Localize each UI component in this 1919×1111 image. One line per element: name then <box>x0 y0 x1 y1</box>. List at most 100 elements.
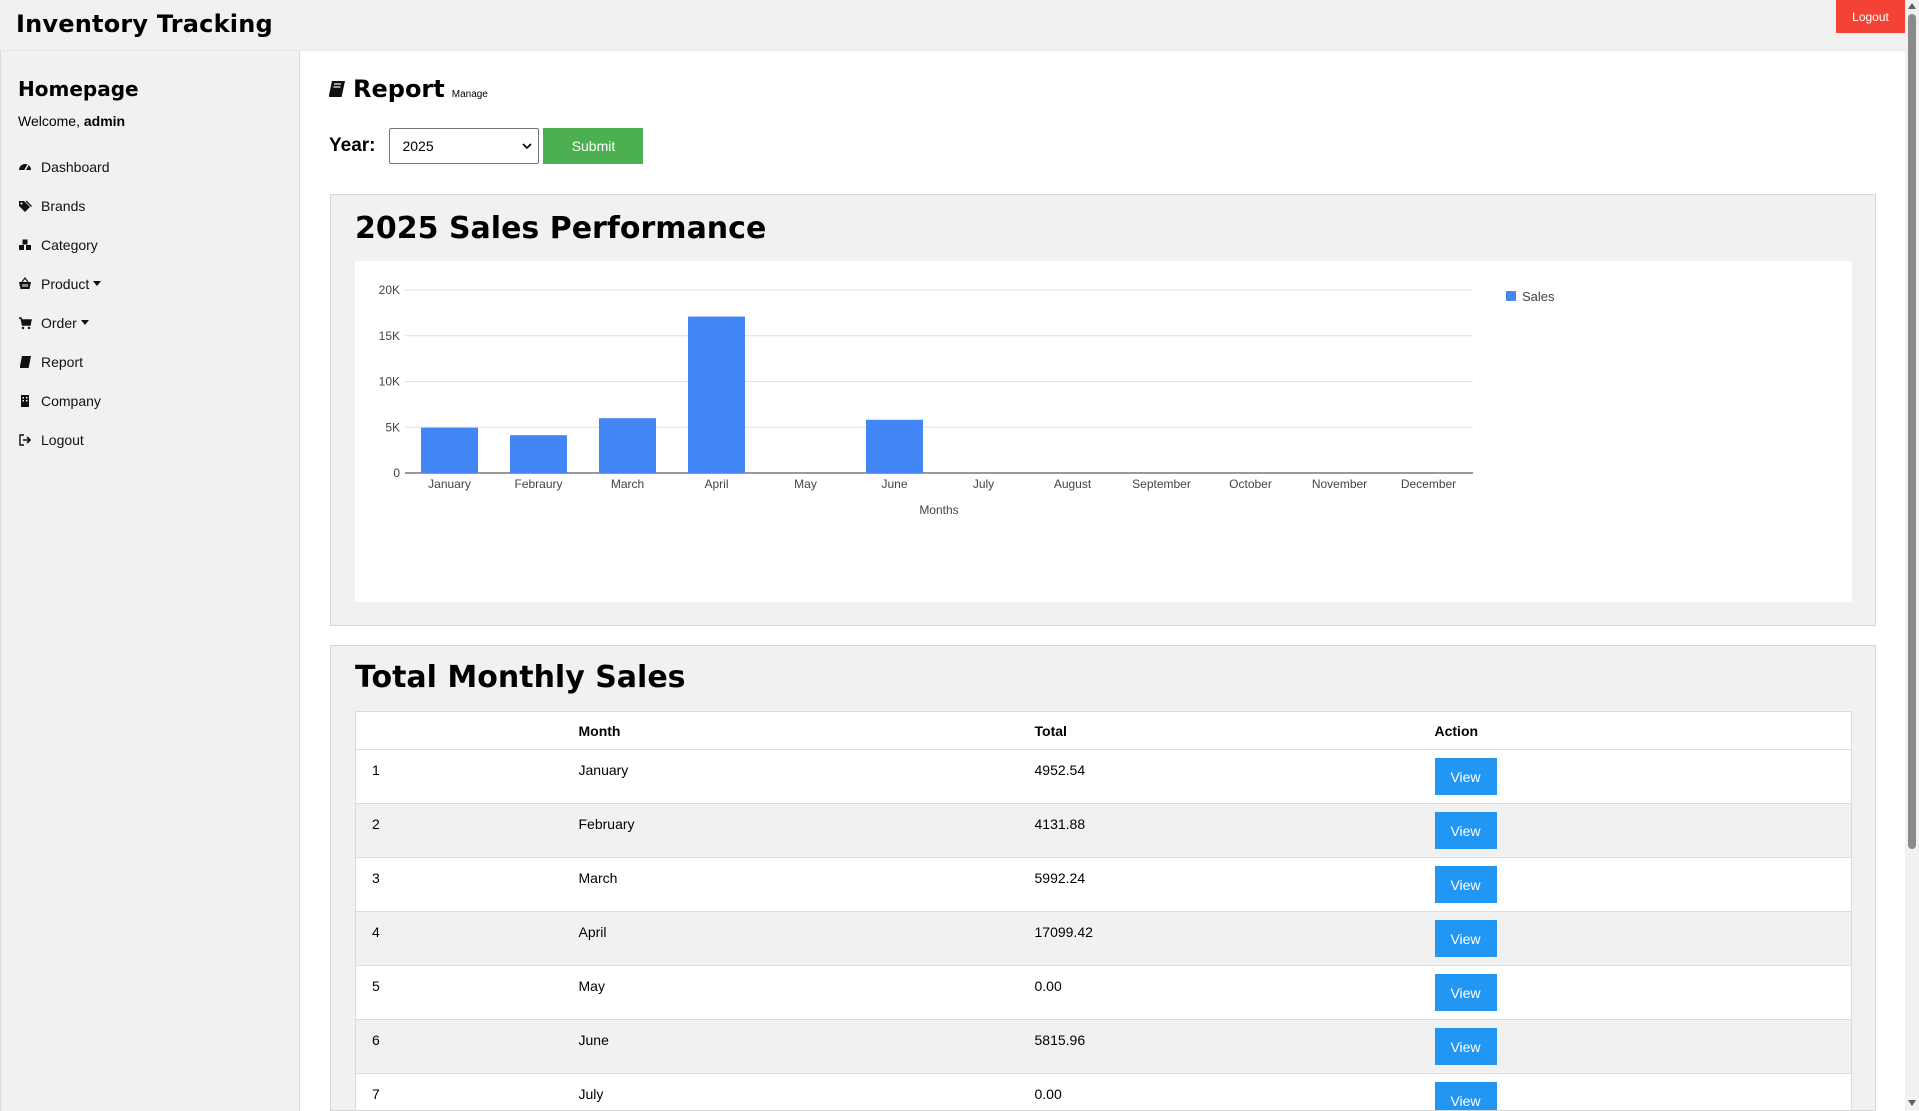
sales-performance-panel: 2025 Sales Performance 0 5K 10K 15K 20K Janua… <box>330 194 1876 626</box>
view-button[interactable]: View <box>1434 1082 1497 1110</box>
page-scrollbar[interactable] <box>1905 0 1919 1111</box>
view-button[interactable]: View <box>1434 920 1497 957</box>
cart-icon <box>18 316 32 330</box>
basket-icon <box>18 276 32 291</box>
table-row: 3 March 5992.24 View <box>355 857 1852 912</box>
x-tick-label: Febraury <box>514 477 562 491</box>
sidebar-item-company[interactable]: Company <box>1 381 300 420</box>
y-tick-label: 5K <box>385 420 400 434</box>
view-button[interactable]: View <box>1434 974 1497 1011</box>
row-action: View <box>1434 857 1852 912</box>
table-row: 6 June 5815.96 View <box>355 1019 1852 1074</box>
row-total: 4952.54 <box>1034 749 1435 804</box>
monthly-sales-table: Month Total Action 1 January 4952.54 View 2 F… <box>355 711 1852 1110</box>
username: admin <box>83 113 126 129</box>
caret-down-icon <box>93 281 102 286</box>
row-action: View <box>1434 803 1852 858</box>
sidebar-item-category[interactable]: Category <box>1 225 300 264</box>
sidebar-title: Homepage <box>18 77 139 101</box>
sidebar-item-label: Product <box>41 275 90 292</box>
submit-button[interactable]: Submit <box>543 128 644 164</box>
x-tick-label: June <box>881 477 907 491</box>
logout-button[interactable]: Logout <box>1836 0 1905 33</box>
sales-chart: 0 5K 10K 15K 20K January Febraury March April May… <box>355 261 1852 602</box>
x-tick-label: October <box>1229 477 1272 491</box>
welcome-prefix: Welcome, <box>18 113 84 129</box>
page-header: Report Manage <box>327 75 488 103</box>
year-filter: Year: 2025 Submit <box>329 128 644 164</box>
row-month: July <box>578 1073 1035 1110</box>
scroll-up-arrow-icon[interactable] <box>1908 3 1916 9</box>
page-subtitle: Manage <box>451 89 488 100</box>
table-body: 1 January 4952.54 View 2 February 4131.88 View 3… <box>355 749 1852 1110</box>
main-content: Report Manage Year: 2025 Submit 2025 Sal… <box>300 51 1905 1111</box>
header-month: Month <box>578 711 1035 750</box>
sidebar-item-dashboard[interactable]: Dashboard <box>1 147 300 186</box>
sidebar-item-brands[interactable]: Brands <box>1 186 300 225</box>
row-total: 5992.24 <box>1034 857 1435 912</box>
row-index: 5 <box>355 965 579 1020</box>
tags-icon <box>18 199 32 213</box>
view-button[interactable]: View <box>1434 758 1497 795</box>
row-action: View <box>1434 911 1852 966</box>
row-month: June <box>578 1019 1035 1074</box>
row-month: May <box>578 965 1035 1020</box>
header-index <box>355 711 579 750</box>
view-button[interactable]: View <box>1434 812 1497 849</box>
row-index: 1 <box>355 749 579 804</box>
book-icon <box>18 355 32 369</box>
sidebar-item-label: Order <box>41 314 77 331</box>
cubes-icon <box>18 238 32 252</box>
sidebar: Homepage Welcome, admin Dashboard Brands C… <box>0 51 300 1111</box>
sidebar-item-label: Dashboard <box>41 158 110 175</box>
row-month: March <box>578 857 1035 912</box>
x-tick-label: May <box>794 477 817 491</box>
sidebar-item-logout[interactable]: Logout <box>1 420 300 459</box>
x-tick-label: January <box>428 477 471 491</box>
sidebar-nav: Dashboard Brands Category Product Order Repor… <box>1 147 300 459</box>
y-tick-label: 0 <box>393 466 400 480</box>
row-index: 4 <box>355 911 579 966</box>
bar-june <box>866 419 923 473</box>
y-tick-label: 10K <box>379 375 400 389</box>
sidebar-item-order[interactable]: Order <box>1 303 300 342</box>
sidebar-item-label: Brands <box>41 197 86 214</box>
app-title: Inventory Tracking <box>16 10 273 38</box>
row-total: 0.00 <box>1034 965 1435 1020</box>
sign-out-icon <box>18 433 32 447</box>
year-select[interactable]: 2025 <box>389 128 540 164</box>
building-icon <box>18 394 32 408</box>
row-action: View <box>1434 749 1852 804</box>
table-row: 4 April 17099.42 View <box>355 911 1852 966</box>
year-label: Year: <box>329 135 376 156</box>
top-bar: Inventory Tracking Logout <box>0 0 1905 51</box>
monthly-sales-panel: Total Monthly Sales Month Total Action 1… <box>330 645 1876 1111</box>
scroll-down-arrow-icon[interactable] <box>1908 1100 1916 1106</box>
dashboard-icon <box>18 160 32 174</box>
sidebar-item-label: Company <box>41 392 101 409</box>
table-row: 5 May 0.00 View <box>355 965 1852 1020</box>
x-tick-label: July <box>973 477 994 491</box>
header-action: Action <box>1434 711 1852 750</box>
bar-march <box>599 418 656 473</box>
row-total: 17099.42 <box>1034 911 1435 966</box>
row-index: 7 <box>355 1073 579 1110</box>
row-month: February <box>578 803 1035 858</box>
book-icon <box>329 81 345 97</box>
sidebar-item-product[interactable]: Product <box>1 264 300 303</box>
caret-down-icon <box>80 320 89 325</box>
view-button[interactable]: View <box>1434 866 1497 903</box>
x-tick-label: March <box>611 477 644 491</box>
view-button[interactable]: View <box>1434 1028 1497 1065</box>
year-select-value: 2025 <box>402 138 434 154</box>
header-total: Total <box>1034 711 1435 750</box>
legend-label: Sales <box>1522 289 1555 304</box>
chevron-down-icon <box>522 142 533 149</box>
sidebar-item-label: Category <box>41 236 98 253</box>
sidebar-item-report[interactable]: Report <box>1 342 300 381</box>
sidebar-item-label: Report <box>41 353 84 370</box>
table-row: 7 July 0.00 View <box>355 1073 1852 1110</box>
bar-april <box>688 316 745 473</box>
row-total: 5815.96 <box>1034 1019 1435 1074</box>
scrollbar-thumb[interactable] <box>1908 14 1916 849</box>
